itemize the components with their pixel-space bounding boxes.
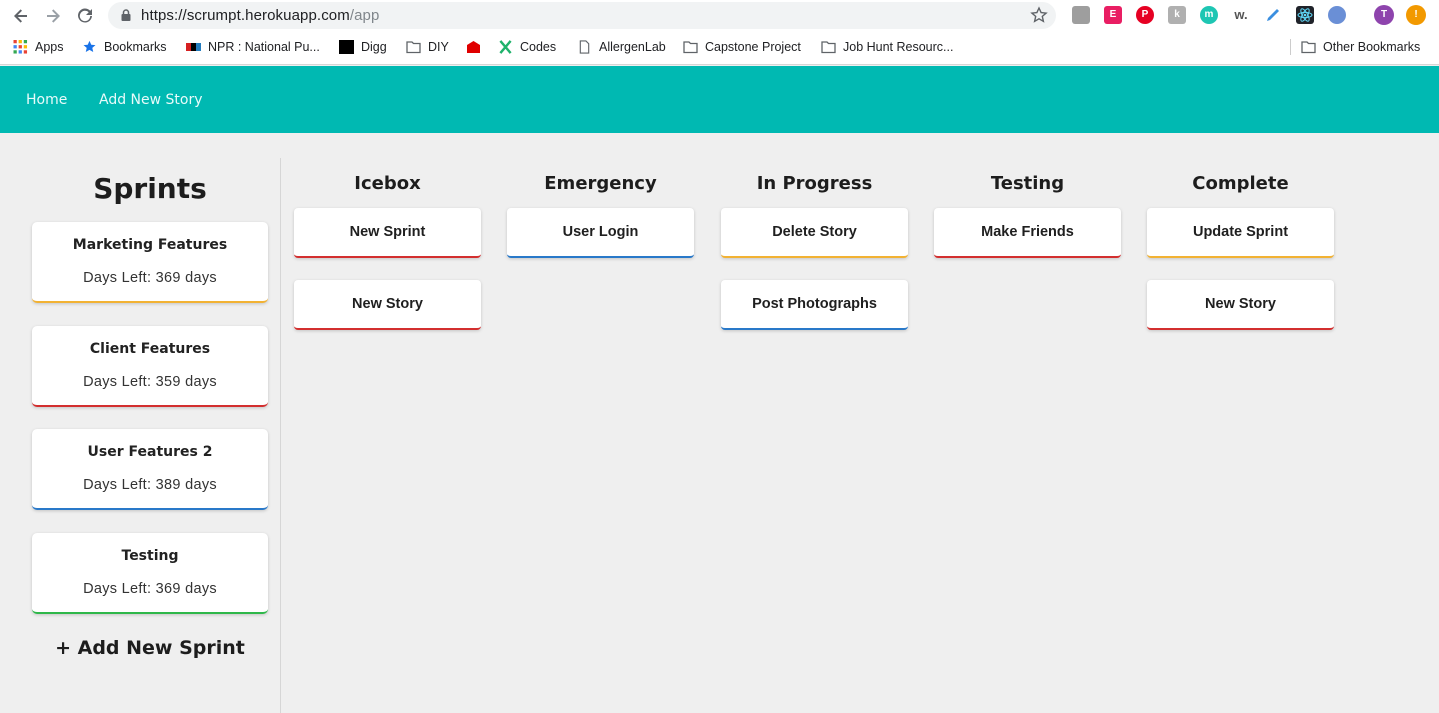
column-title-icebox: Icebox <box>354 173 421 194</box>
lock-icon <box>121 9 131 21</box>
pinterest-icon[interactable]: P <box>1136 6 1154 24</box>
story-title: New Story <box>1205 296 1276 312</box>
sprint-days-left: Days Left: 369 days <box>83 581 217 597</box>
sprints-heading: Sprints <box>93 172 207 205</box>
browser-chrome: https://scrumpt.herokuapp.com/app E P k … <box>0 0 1439 65</box>
k-extension-icon[interactable]: k <box>1168 6 1186 24</box>
story-card[interactable]: New Sprint <box>294 208 481 258</box>
sprint-card[interactable]: User Features 2 Days Left: 389 days <box>32 429 268 510</box>
forward-icon[interactable] <box>42 5 64 27</box>
url-host: https://scrumpt.herokuapp.com <box>141 7 350 24</box>
bookmark-label: Capstone Project <box>705 40 801 54</box>
bookmarks-divider <box>1290 39 1291 55</box>
app-navbar: Home Add New Story <box>0 66 1439 133</box>
calendar-icon[interactable] <box>1072 6 1090 24</box>
bookmark-apps[interactable]: Apps <box>13 37 64 57</box>
sprint-name: Marketing Features <box>72 237 228 253</box>
story-title: New Sprint <box>349 224 426 240</box>
add-new-sprint-button[interactable]: + Add New Sprint <box>0 637 300 659</box>
folder-icon <box>821 41 836 54</box>
story-card[interactable]: New Story <box>1147 280 1334 330</box>
star-icon <box>83 40 96 53</box>
react-icon[interactable] <box>1296 6 1314 24</box>
bookmark-allergenlab[interactable]: AllergenLab <box>577 37 666 57</box>
highlighter-icon[interactable] <box>1264 6 1282 24</box>
story-title: Update Sprint <box>1192 224 1289 240</box>
bookmarks-bar: Apps Bookmarks NPR : National Pu... Digg… <box>0 35 1439 59</box>
sprint-card[interactable]: Testing Days Left: 369 days <box>32 533 268 614</box>
page-icon <box>579 40 590 54</box>
story-title: Delete Story <box>772 224 857 240</box>
digg-icon <box>339 40 354 54</box>
url-text: https://scrumpt.herokuapp.com/app <box>141 7 379 24</box>
sprint-name: Client Features <box>89 341 211 357</box>
m-extension-icon[interactable]: m <box>1200 6 1218 24</box>
profile-avatar[interactable]: T <box>1374 5 1394 25</box>
sprint-days-left: Days Left: 359 days <box>83 374 217 390</box>
bookmark-star-icon[interactable] <box>1030 6 1048 24</box>
story-card[interactable]: Update Sprint <box>1147 208 1334 258</box>
story-title: User Login <box>562 224 639 240</box>
folder-icon <box>1301 41 1316 54</box>
bookmark-label: Bookmarks <box>104 40 167 54</box>
bookmark-digg[interactable]: Digg <box>339 37 387 57</box>
bookmark-other[interactable]: Other Bookmarks <box>1301 37 1420 57</box>
column-title-in-progress: In Progress <box>756 173 873 194</box>
w-extension-icon[interactable]: w. <box>1232 6 1250 24</box>
story-card[interactable]: Delete Story <box>721 208 908 258</box>
column-title-testing: Testing <box>990 173 1065 194</box>
x-logo-icon <box>499 40 512 54</box>
e-extension-icon[interactable]: E <box>1104 6 1122 24</box>
story-title: Make Friends <box>981 224 1074 240</box>
sprint-days-left: Days Left: 389 days <box>83 477 217 493</box>
feather-icon[interactable] <box>1328 6 1346 24</box>
bookmark-label: AllergenLab <box>599 40 666 54</box>
update-alert-icon[interactable]: ! <box>1406 5 1426 25</box>
bookmark-label: Other Bookmarks <box>1323 40 1421 54</box>
bookmark-diy[interactable]: DIY <box>406 37 449 57</box>
url-path: /app <box>349 7 380 24</box>
bookmark-npr[interactable]: NPR : National Pu... <box>186 37 320 57</box>
bookmark-codes[interactable]: Codes <box>498 37 556 57</box>
story-card[interactable]: Post Photographs <box>721 280 908 330</box>
bookmark-label: NPR : National Pu... <box>208 40 320 54</box>
bookmark-label: Apps <box>35 40 64 54</box>
story-card[interactable]: New Story <box>294 280 481 330</box>
bookmark-label: Codes <box>520 40 557 54</box>
bookmark-label: DIY <box>428 40 449 54</box>
sprint-name: Testing <box>121 548 179 564</box>
folder-icon <box>406 41 421 54</box>
column-title-complete: Complete <box>1192 173 1289 194</box>
bookmark-red-house[interactable] <box>466 37 488 57</box>
browser-toolbar: https://scrumpt.herokuapp.com/app E P k … <box>0 0 1439 31</box>
bookmark-bookmarks[interactable]: Bookmarks <box>82 37 167 57</box>
sprint-days-left: Days Left: 369 days <box>83 270 217 286</box>
bookmark-job-hunt[interactable]: Job Hunt Resourc... <box>821 37 953 57</box>
red-house-icon <box>467 41 480 53</box>
bookmark-label: Job Hunt Resourc... <box>843 40 954 54</box>
sprints-sidebar: Sprints Marketing Features Days Left: 36… <box>0 158 281 713</box>
story-card[interactable]: Make Friends <box>934 208 1121 258</box>
column-title-emergency: Emergency <box>544 173 657 194</box>
nav-add-story-link[interactable]: Add New Story <box>99 92 203 108</box>
story-card[interactable]: User Login <box>507 208 694 258</box>
bookmark-capstone[interactable]: Capstone Project <box>683 37 801 57</box>
story-title: New Story <box>352 296 423 312</box>
folder-icon <box>683 41 698 54</box>
reload-icon[interactable] <box>74 5 96 27</box>
back-icon[interactable] <box>10 5 32 27</box>
nav-home-link[interactable]: Home <box>26 92 67 108</box>
sprint-card[interactable]: Client Features Days Left: 359 days <box>32 326 268 407</box>
address-bar[interactable]: https://scrumpt.herokuapp.com/app <box>108 2 1056 29</box>
story-title: Post Photographs <box>752 296 877 312</box>
sprint-name: User Features 2 <box>87 444 213 460</box>
apps-grid-icon <box>13 40 28 54</box>
npr-icon <box>186 43 201 51</box>
sprint-card[interactable]: Marketing Features Days Left: 369 days <box>32 222 268 303</box>
bookmark-label: Digg <box>361 40 387 54</box>
